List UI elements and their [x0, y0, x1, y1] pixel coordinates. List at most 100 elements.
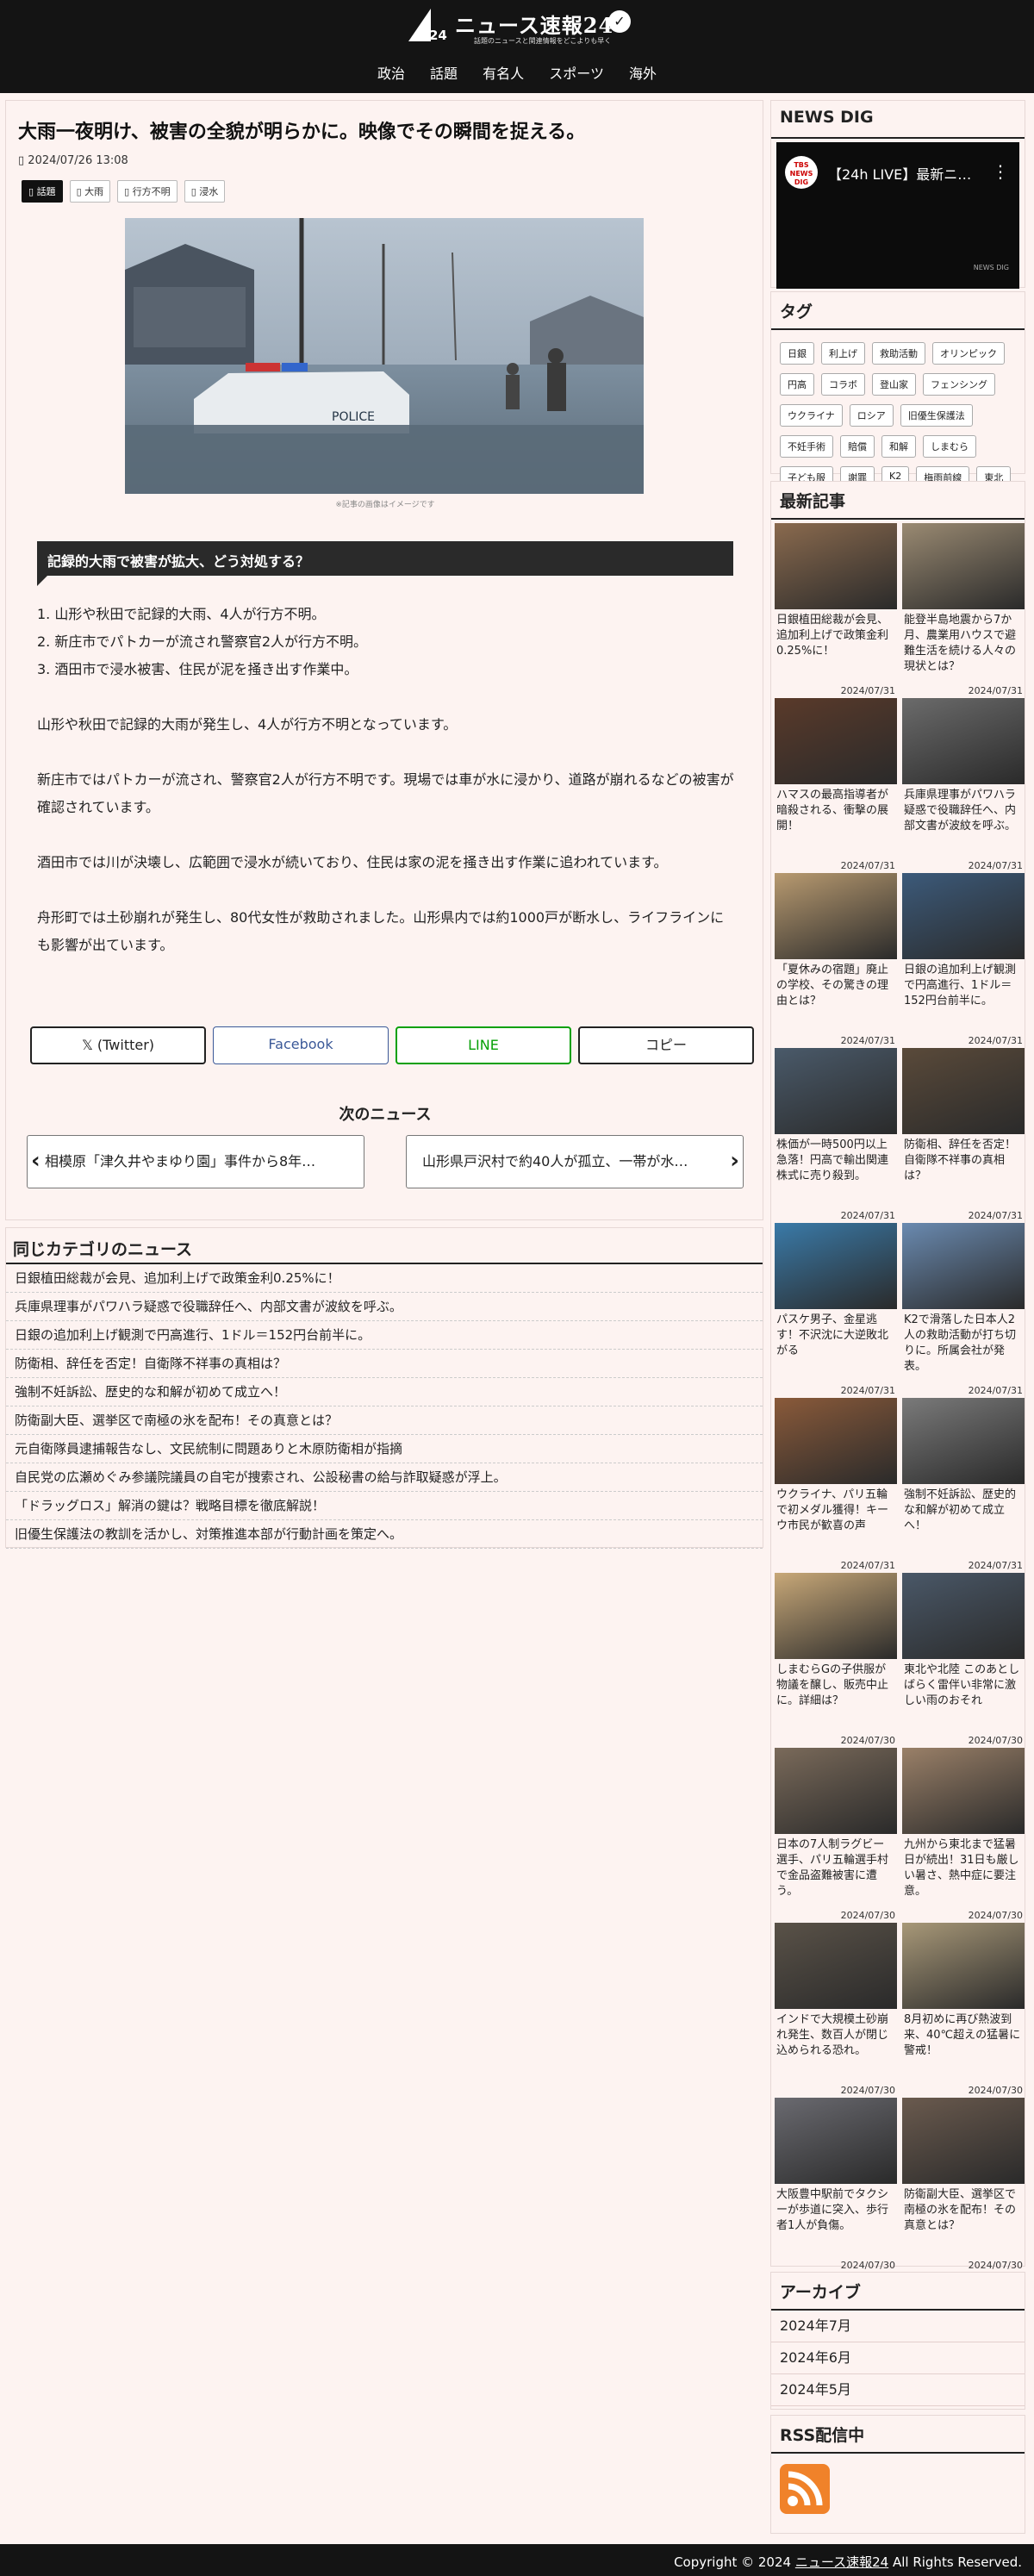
latest-news-item[interactable]: ウクライナ、パリ五輪で初メダル獲得！キーウ市民が歓喜の声 2024/07/31	[775, 1398, 897, 1573]
latest-news-item[interactable]: 九州から東北まで猛暑日が続出！31日も厳しい暑さ、熱中症に要注意。 2024/07…	[902, 1748, 1025, 1923]
article-tag[interactable]: ▯ 話題	[22, 180, 63, 203]
sidebar-tag[interactable]: 登山家	[872, 373, 916, 396]
news-thumbnail[interactable]	[902, 2098, 1025, 2184]
channel-avatar[interactable]: TBS NEWS DIG	[785, 156, 818, 189]
news-thumbnail[interactable]	[902, 1923, 1025, 2009]
share-twitter-button[interactable]: 𝕏 (Twitter)	[30, 1026, 206, 1064]
latest-news-item[interactable]: 強制不妊訴訟、歴史的な和解が初めて成立へ！ 2024/07/31	[902, 1398, 1025, 1573]
same-category-item[interactable]: 日銀の追加利上げ観測で円高進行、1ドル＝152円台前半に。	[6, 1321, 763, 1350]
next-article-link[interactable]: 山形県戸沢村で約40人が孤立、一帯が水… ›	[406, 1135, 744, 1188]
news-thumbnail[interactable]	[775, 523, 897, 609]
sidebar-tag[interactable]: フェンシング	[923, 373, 995, 396]
same-category-item[interactable]: 強制不妊訴訟、歴史的な和解が初めて成立へ！	[6, 1378, 763, 1407]
same-category-item[interactable]: 元自衛隊員逮捕報告なし、文民統制に問題ありと木原防衛相が指摘	[6, 1435, 763, 1463]
news-title[interactable]: 「夏休みの宿題」廃止の学校、その驚きの理由とは？	[775, 959, 897, 1032]
news-thumbnail[interactable]	[902, 1398, 1025, 1484]
sidebar-tag[interactable]: オリンピック	[932, 342, 1005, 365]
share-facebook-button[interactable]: Facebook	[213, 1026, 389, 1064]
latest-news-item[interactable]: 兵庫県理事がパワハラ疑惑で役職辞任へ、内部文書が波紋を呼ぶ。 2024/07/31	[902, 698, 1025, 873]
same-category-item[interactable]: 日銀植田総裁が会見、追加利上げで政策金利0.25%に！	[6, 1264, 763, 1293]
latest-news-item[interactable]: ハマスの最高指導者が暗殺される、衝撃の展開！ 2024/07/31	[775, 698, 897, 873]
news-thumbnail[interactable]	[902, 1048, 1025, 1134]
news-title[interactable]: 九州から東北まで猛暑日が続出！31日も厳しい暑さ、熱中症に要注意。	[902, 1834, 1025, 1906]
sidebar-tag[interactable]: 賠償	[840, 435, 875, 458]
news-thumbnail[interactable]	[775, 1223, 897, 1309]
article-tag[interactable]: ▯ 行方不明	[117, 180, 178, 203]
footer-site-link[interactable]: ニュース速報24	[795, 2554, 888, 2570]
sidebar-tag[interactable]: 救助活動	[872, 342, 925, 365]
sidebar-tag[interactable]: しまむら	[923, 435, 976, 458]
news-title[interactable]: 防衛相、辞任を否定！自衛隊不祥事の真相は？	[902, 1134, 1025, 1207]
news-title[interactable]: 日本の7人制ラグビー選手、パリ五輪選手村で金品盗難被害に遭う。	[775, 1834, 897, 1906]
copy-link-button[interactable]: コピー	[578, 1026, 754, 1064]
prev-article-link[interactable]: ‹ 相模原「津久井やまゆり園」事件から8年…	[27, 1135, 364, 1188]
archive-item[interactable]: 2024年7月	[771, 2311, 1025, 2342]
news-thumbnail[interactable]	[775, 698, 897, 784]
sidebar-tag[interactable]: 円高	[780, 373, 814, 396]
latest-news-item[interactable]: パスケ男子、金星逃す！不沢沈に大逆敗北がる 2024/07/31	[775, 1223, 897, 1398]
latest-news-item[interactable]: 「夏休みの宿題」廃止の学校、その驚きの理由とは？ 2024/07/31	[775, 873, 897, 1048]
news-thumbnail[interactable]	[775, 1573, 897, 1659]
same-category-item[interactable]: 自民党の広瀬めぐみ参議院議員の自宅が捜索され、公設秘書の給与詐取疑惑が浮上。	[6, 1463, 763, 1492]
share-line-button[interactable]: LINE	[396, 1026, 571, 1064]
sidebar-tag[interactable]: コラボ	[821, 373, 865, 396]
latest-news-item[interactable]: 能登半島地震から7か月、農業用ハウスで避難生活を続ける人々の現状とは？ 2024/…	[902, 523, 1025, 698]
news-thumbnail[interactable]	[775, 1923, 897, 2009]
archive-item[interactable]: 2024年5月	[771, 2374, 1025, 2406]
latest-news-item[interactable]: 東北や北陸 このあとしばらく雷伴い非常に激しい雨のおそれ 2024/07/30	[902, 1573, 1025, 1748]
news-thumbnail[interactable]	[902, 873, 1025, 959]
news-title[interactable]: 8月初めに再び熱波到来、40℃超えの猛暑に警戒！	[902, 2009, 1025, 2081]
nav-item-topics[interactable]: 話題	[430, 62, 458, 83]
same-category-item[interactable]: 兵庫県理事がパワハラ疑惑で役職辞任へ、内部文書が波紋を呼ぶ。	[6, 1293, 763, 1321]
latest-news-item[interactable]: 8月初めに再び熱波到来、40℃超えの猛暑に警戒！ 2024/07/30	[902, 1923, 1025, 2098]
nav-item-politics[interactable]: 政治	[377, 62, 405, 83]
news-title[interactable]: インドで大規模土砂崩れ発生、数百人が閉じ込められる恐れ。	[775, 2009, 897, 2081]
news-title[interactable]: 東北や北陸 このあとしばらく雷伴い非常に激しい雨のおそれ	[902, 1659, 1025, 1731]
news-thumbnail[interactable]	[902, 523, 1025, 609]
rss-icon[interactable]	[780, 2464, 830, 2514]
youtube-embed[interactable]: TBS NEWS DIG 【24h LIVE】最新ニ… ⋮ NEWS DIG	[776, 142, 1019, 289]
news-thumbnail[interactable]	[775, 873, 897, 959]
latest-news-item[interactable]: 日銀植田総裁が会見、追加利上げで政策金利0.25%に！ 2024/07/31	[775, 523, 897, 698]
same-category-item[interactable]: 防衛副大臣、選挙区で南極の氷を配布！その真意とは？	[6, 1407, 763, 1435]
sidebar-tag[interactable]: 和解	[881, 435, 916, 458]
more-vert-icon[interactable]: ⋮	[992, 161, 1009, 182]
nav-item-sports[interactable]: スポーツ	[549, 62, 604, 83]
nav-item-overseas[interactable]: 海外	[629, 62, 657, 83]
news-title[interactable]: 大阪豊中駅前でタクシーが歩道に突入、歩行者1人が負傷。	[775, 2184, 897, 2256]
news-title[interactable]: 株価が一時500円以上急落！円高で輸出関連株式に売り殺到。	[775, 1134, 897, 1207]
same-category-item[interactable]: 「ドラッグロス」解消の鍵は？戦略目標を徹底解説！	[6, 1492, 763, 1520]
news-title[interactable]: パスケ男子、金星逃す！不沢沈に大逆敗北がる	[775, 1309, 897, 1382]
news-title[interactable]: 兵庫県理事がパワハラ疑惑で役職辞任へ、内部文書が波紋を呼ぶ。	[902, 784, 1025, 857]
news-thumbnail[interactable]	[775, 1048, 897, 1134]
news-thumbnail[interactable]	[775, 1398, 897, 1484]
article-tag[interactable]: ▯ 浸水	[184, 180, 226, 203]
latest-news-item[interactable]: 大阪豊中駅前でタクシーが歩道に突入、歩行者1人が負傷。 2024/07/30	[775, 2098, 897, 2273]
sidebar-tag[interactable]: 利上げ	[821, 342, 865, 365]
article-tag[interactable]: ▯ 大雨	[69, 180, 111, 203]
news-thumbnail[interactable]	[902, 1748, 1025, 1834]
news-title[interactable]: ハマスの最高指導者が暗殺される、衝撃の展開！	[775, 784, 897, 857]
news-thumbnail[interactable]	[902, 1573, 1025, 1659]
sidebar-tag[interactable]: 旧優生保護法	[900, 404, 973, 427]
latest-news-item[interactable]: 株価が一時500円以上急落！円高で輸出関連株式に売り殺到。 2024/07/31	[775, 1048, 897, 1223]
latest-news-item[interactable]: インドで大規模土砂崩れ発生、数百人が閉じ込められる恐れ。 2024/07/30	[775, 1923, 897, 2098]
latest-news-item[interactable]: 防衛相、辞任を否定！自衛隊不祥事の真相は？ 2024/07/31	[902, 1048, 1025, 1223]
news-title[interactable]: 日銀の追加利上げ観測で円高進行、1ドル＝152円台前半に。	[902, 959, 1025, 1032]
news-title[interactable]: 日銀植田総裁が会見、追加利上げで政策金利0.25%に！	[775, 609, 897, 682]
news-title[interactable]: ウクライナ、パリ五輪で初メダル獲得！キーウ市民が歓喜の声	[775, 1484, 897, 1556]
news-title[interactable]: 強制不妊訴訟、歴史的な和解が初めて成立へ！	[902, 1484, 1025, 1556]
latest-news-item[interactable]: 日銀の追加利上げ観測で円高進行、1ドル＝152円台前半に。 2024/07/31	[902, 873, 1025, 1048]
latest-news-item[interactable]: しまむらGの子供服が物議を醸し、販売中止に。詳細は？ 2024/07/30	[775, 1573, 897, 1748]
news-thumbnail[interactable]	[902, 1223, 1025, 1309]
sidebar-tag[interactable]: ウクライナ	[780, 404, 843, 427]
news-title[interactable]: 防衛副大臣、選挙区で南極の氷を配布！その真意とは？	[902, 2184, 1025, 2256]
same-category-item[interactable]: 防衛相、辞任を否定！自衛隊不祥事の真相は？	[6, 1350, 763, 1378]
site-logo[interactable]: 24 ニュース速報24 ✓ 話題のニュースと関連情報をどこよりも早く	[405, 7, 638, 48]
archive-item[interactable]: 2024年6月	[771, 2342, 1025, 2374]
nav-item-celebrities[interactable]: 有名人	[483, 62, 524, 83]
video-title[interactable]: 【24h LIVE】最新ニ…	[828, 163, 1000, 184]
sidebar-tag[interactable]: 日銀	[780, 342, 814, 365]
latest-news-item[interactable]: 防衛副大臣、選挙区で南極の氷を配布！その真意とは？ 2024/07/30	[902, 2098, 1025, 2273]
latest-news-item[interactable]: 日本の7人制ラグビー選手、パリ五輪選手村で金品盗難被害に遭う。 2024/07/3…	[775, 1748, 897, 1923]
